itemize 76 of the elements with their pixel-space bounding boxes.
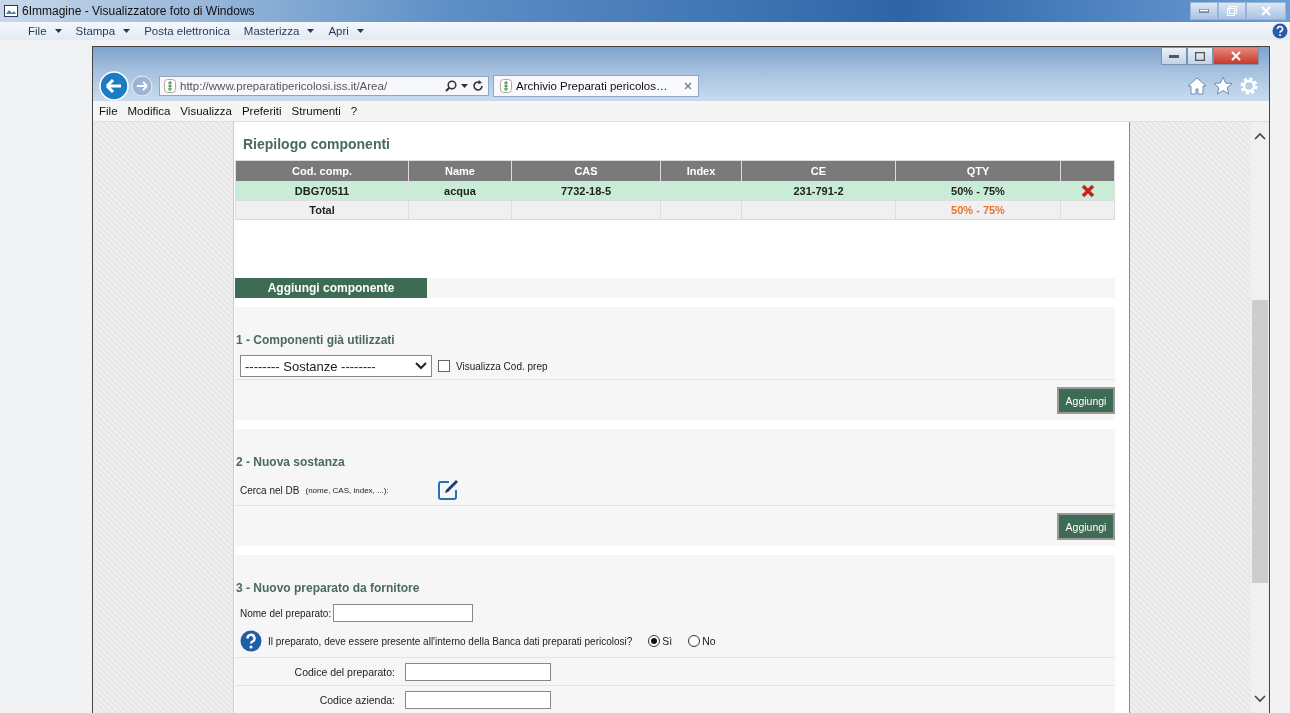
- help-icon[interactable]: [1272, 23, 1288, 39]
- star-icon[interactable]: [1213, 76, 1233, 96]
- back-button[interactable]: [99, 71, 129, 101]
- caret-icon: [356, 29, 364, 33]
- maximize-icon: [1195, 51, 1205, 61]
- chevron-down-icon: [415, 362, 427, 370]
- caret-icon: [123, 29, 131, 33]
- site-icon: [164, 79, 176, 93]
- dropdown-field[interactable]: -------- Sostanze --------: [240, 355, 432, 377]
- field-label: Nome del preparato:: [240, 607, 332, 619]
- window-title: 6Immagine - Visualizzatore foto di Windows: [22, 4, 255, 18]
- question-text: Il preparato, deve essere presente all'interno della Banca dati preparati pericolosi?: [268, 635, 633, 647]
- menu-item[interactable]: Posta elettronica: [144, 25, 230, 37]
- section-title: 1 - Componenti già utilizzati: [235, 333, 396, 347]
- menu-item[interactable]: Visualizza: [180, 105, 232, 117]
- menu-item[interactable]: Preferiti: [241, 105, 282, 117]
- home-icon[interactable]: [1187, 76, 1207, 96]
- add-button[interactable]: Aggiungi: [1057, 513, 1115, 540]
- search-icon[interactable]: [445, 80, 457, 92]
- delete-icon: [1080, 184, 1095, 199]
- radio-label: No: [702, 635, 716, 647]
- scroll-up-icon[interactable]: [1254, 132, 1266, 140]
- input-field[interactable]: [333, 604, 474, 622]
- section-title: 2 - Nuova sostanza: [235, 455, 346, 469]
- section-title: 3 - Nuovo preparato da fornitore: [235, 581, 421, 595]
- menu-item[interactable]: Stampa: [75, 25, 131, 37]
- minimize-button[interactable]: [1161, 47, 1187, 65]
- menu-item[interactable]: Masterizza: [243, 25, 315, 37]
- radio-button[interactable]: [648, 635, 661, 647]
- close-button[interactable]: [1213, 47, 1259, 65]
- url-text: http://www.preparatipericolosi.iss.it/Area/: [180, 80, 389, 92]
- field-label: Codice azienda:: [318, 693, 396, 706]
- column-header: CE: [741, 160, 896, 182]
- input-field[interactable]: [405, 662, 551, 681]
- input-field[interactable]: [405, 690, 551, 709]
- field-label: Cerca nel DB: [240, 484, 300, 496]
- help-icon[interactable]: [240, 630, 262, 652]
- app-icon: [4, 5, 18, 17]
- maximize-button[interactable]: [1187, 47, 1213, 65]
- address-bar[interactable]: http://www.preparatipericolosi.iss.it/Area/: [159, 76, 489, 96]
- column-header: Cod. comp.: [235, 160, 409, 182]
- menu-item[interactable]: File: [99, 105, 118, 117]
- caret-icon[interactable]: [461, 84, 468, 88]
- menu-item[interactable]: Strumenti: [291, 105, 341, 117]
- delete-button[interactable]: [1080, 184, 1095, 199]
- scroll-down-icon[interactable]: [1254, 695, 1266, 703]
- scrollbar[interactable]: [1251, 122, 1269, 713]
- site-icon: [500, 79, 512, 93]
- checkbox-label: Visualizza Cod. prep: [456, 360, 548, 372]
- section-heading: Riepilogo componenti: [243, 136, 391, 152]
- column-header: QTY: [895, 160, 1061, 182]
- field-label: Codice del preparato:: [293, 665, 396, 678]
- checkbox[interactable]: [438, 360, 450, 372]
- restore-icon: [1227, 6, 1237, 16]
- close-icon: [1261, 6, 1271, 16]
- radio-button[interactable]: [688, 635, 701, 647]
- menu-item[interactable]: Apri: [328, 25, 364, 37]
- radio-label: Sì: [662, 635, 673, 647]
- menu-item[interactable]: ?: [350, 105, 358, 117]
- column-header: CAS: [511, 160, 661, 182]
- refresh-icon[interactable]: [472, 80, 484, 92]
- add-button[interactable]: Aggiungi: [1057, 387, 1115, 414]
- close-icon: [1231, 51, 1241, 61]
- column-header: Name: [408, 160, 512, 182]
- edit-icon[interactable]: [436, 479, 459, 501]
- browser-tab[interactable]: Archivio Preparati pericolos…: [493, 75, 699, 97]
- close-icon[interactable]: [684, 82, 692, 90]
- caret-icon: [54, 29, 62, 33]
- menu-item[interactable]: File: [28, 25, 62, 37]
- minimize-icon: [1169, 54, 1179, 58]
- field-hint: (nome, CAS, index, ...):: [305, 485, 389, 495]
- column-header: Index: [660, 160, 742, 182]
- minimize-icon: [1199, 9, 1209, 13]
- menu-item[interactable]: Modifica: [127, 105, 171, 117]
- minimize-button[interactable]: [1190, 2, 1218, 20]
- caret-icon: [307, 29, 315, 33]
